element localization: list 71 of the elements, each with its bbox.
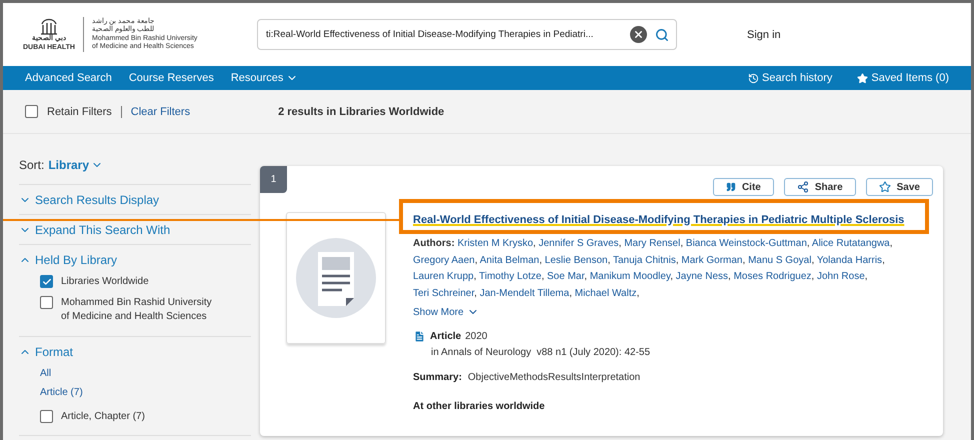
author-link[interactable]: Soe Mar — [547, 271, 584, 282]
section-toggle[interactable]: Search Results Display — [19, 193, 160, 207]
summary-label: Summary: — [413, 372, 462, 383]
clear-filters-link[interactable]: Clear Filters — [130, 106, 190, 118]
author-link[interactable]: Tanuja Chitnis — [613, 254, 676, 266]
author-link[interactable]: Lauren Krupp — [413, 271, 474, 282]
checkbox[interactable] — [40, 410, 53, 422]
checkbox[interactable] — [40, 275, 53, 288]
search-icon — [655, 28, 669, 42]
author-link[interactable]: Alice Rutatangwa — [812, 238, 890, 249]
search-button[interactable] — [655, 28, 669, 42]
availability-text: At other libraries worldwide — [413, 401, 546, 412]
result-number: 1 — [260, 166, 287, 193]
format-link[interactable]: Article (7) — [40, 386, 251, 400]
nav-link[interactable]: Advanced Search — [25, 72, 112, 84]
checkbox[interactable] — [40, 296, 53, 308]
sign-in-link[interactable]: Sign in — [747, 28, 781, 40]
author-link[interactable]: Anita Belman — [480, 254, 540, 266]
nav-link[interactable]: Course Reserves — [128, 72, 214, 84]
source-text: in Annals of Neurology v88 n1 (July 2020): 42-55 — [430, 347, 652, 358]
author-link[interactable]: Yolanda Harris — [816, 254, 882, 266]
document-icon — [413, 330, 426, 343]
sort-label: Sort: — [19, 158, 44, 172]
show-more-button[interactable]: Show More — [413, 306, 933, 318]
author-link[interactable]: Jennifer S Graves — [538, 238, 619, 249]
author-link[interactable]: Mary Rensel — [624, 238, 680, 249]
summary-text: ObjectiveMethodsResultsInterpretation — [468, 372, 640, 383]
sort-dropdown[interactable]: Library — [48, 158, 104, 172]
author-link[interactable]: Gregory Aaen — [413, 254, 475, 266]
saved-items-link[interactable]: Saved Items (0) — [857, 72, 949, 84]
nav-link[interactable]: Resources — [230, 72, 298, 84]
year-text: 2020 — [465, 331, 488, 342]
section-toggle[interactable]: Held By Library — [19, 253, 118, 267]
star-icon — [878, 181, 891, 193]
author-link[interactable]: Teri Schreiner — [413, 288, 474, 298]
author-link[interactable]: Timothy Lotze — [479, 271, 542, 282]
share-icon — [796, 181, 809, 193]
author-link[interactable]: Manu S Goyal — [748, 254, 812, 266]
author-link[interactable]: Jayne Ness — [676, 271, 728, 282]
author-link[interactable]: Moses Rodriguez — [734, 271, 812, 282]
quote-icon — [726, 182, 736, 192]
search-history-link[interactable]: Search history — [748, 72, 832, 84]
format-link[interactable]: All — [40, 366, 251, 380]
author-list: Authors: Kristen M Krysko, Jennifer S Graves, Mary Rensel, Bianca Weinstock-Guttman, Alice Rutatangwa, Gregory Aaen, Anita Belman, Leslie Benson, Tanuja Chitnis, Mark Gorman, Manu S Goyal, Yolanda Harris, Lauren Krupp, Timothy Lotze, Soe Mar, Manikum Moodley, Jayne Ness, Moses Rodriguez, John Rose, Teri Schreiner, Jan-Mendelt Tillema, Michael Waltz, — [413, 236, 933, 302]
author-link[interactable]: Kristen M Krysko — [457, 238, 534, 249]
results-count: 2 results in Libraries Worldwide — [278, 106, 444, 118]
author-link[interactable]: Bianca Weinstock-Guttman — [686, 238, 807, 249]
star-icon — [857, 72, 868, 84]
section-toggle[interactable]: Format — [19, 344, 74, 358]
author-link[interactable]: Michael Waltz — [574, 288, 637, 298]
cite-button[interactable]: Cite — [712, 178, 774, 196]
retain-filters-label: Retain Filters — [47, 106, 112, 118]
document-icon — [296, 238, 376, 318]
section-toggle[interactable]: Expand This Search With — [19, 223, 170, 237]
option-label: Libraries Worldwide — [61, 275, 150, 289]
option-label: Article, Chapter (7) — [61, 410, 146, 424]
checkbox[interactable] — [25, 105, 38, 118]
author-link[interactable]: John Rose — [816, 271, 865, 282]
save-button[interactable]: Save — [866, 178, 933, 196]
author-link[interactable]: Jan-Mendelt Tillema — [480, 288, 570, 298]
close-icon — [633, 29, 644, 40]
format-label: Article — [430, 331, 462, 342]
author-link[interactable]: Leslie Benson — [544, 254, 608, 266]
author-link[interactable]: Manikum Moodley — [590, 271, 670, 282]
building-icon — [38, 17, 59, 36]
option-label: Mohammed Bin Rashid University of Medicine and Health Sciences — [61, 296, 213, 324]
result-title-link[interactable]: Real-World Effectiveness of Initial Disease-Modifying Therapies in Pediatric Multiple Sclerosis — [413, 214, 904, 226]
share-button[interactable]: Share — [784, 178, 856, 196]
history-icon — [748, 72, 760, 84]
search-field[interactable]: ti:Real-World Effectiveness of Initial Disease-Modifying Therapies in Pediatri... — [257, 19, 677, 50]
author-link[interactable]: Mark Gorman — [681, 254, 742, 266]
